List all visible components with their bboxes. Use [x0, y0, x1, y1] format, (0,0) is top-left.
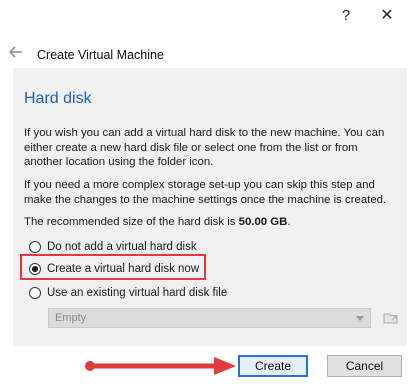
recommended-size-text: The recommended size of the hard disk is…: [24, 215, 398, 230]
create-button[interactable]: Create: [238, 355, 308, 377]
wizard-page: Hard disk If you wish you can add a virt…: [13, 68, 407, 346]
folder-icon: [381, 308, 401, 328]
cancel-button[interactable]: Cancel: [327, 355, 402, 377]
recommended-size-suffix: .: [287, 216, 291, 228]
description-paragraph-1: If you wish you can add a virtual hard d…: [24, 127, 385, 168]
radio-existing-disk[interactable]: Use an existing virtual hard disk file: [29, 285, 227, 301]
recommended-size-value: 50.00 GB: [238, 216, 288, 228]
disk-file-select-value: Empty: [55, 312, 87, 324]
close-button[interactable]: ✕: [372, 6, 402, 26]
red-arrow-annotation: [80, 355, 240, 377]
help-button[interactable]: ?: [336, 6, 356, 26]
radio-button[interactable]: [29, 241, 41, 253]
description-paragraph-2: If you need a more complex storage set-u…: [24, 179, 387, 206]
wizard-title: Create Virtual Machine: [37, 48, 164, 62]
disk-file-select: Empty: [48, 308, 371, 328]
page-heading: Hard disk: [24, 90, 92, 107]
title-bar: ? ✕: [0, 0, 414, 34]
radio-label[interactable]: Do not add a virtual hard disk: [47, 241, 197, 253]
chevron-down-icon: [356, 316, 364, 321]
back-arrow-icon[interactable]: [6, 44, 26, 60]
recommended-size-prefix: The recommended size of the hard disk is: [24, 216, 239, 228]
radio-label[interactable]: Use an existing virtual hard disk file: [47, 287, 227, 299]
radio-no-disk[interactable]: Do not add a virtual hard disk: [29, 239, 197, 255]
radio-button[interactable]: [29, 287, 41, 299]
highlight-box: [20, 254, 206, 280]
